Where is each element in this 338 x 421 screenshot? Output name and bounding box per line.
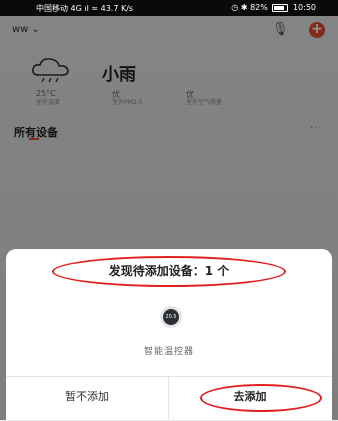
clock: 10:50 xyxy=(292,3,316,12)
battery-percent: 82% xyxy=(250,3,268,12)
thermostat-icon[interactable]: 20.5 xyxy=(160,306,182,328)
device-found-dialog: 发现待添加设备：1 个 20.5 智能温控器 暂不添加 去添加 xyxy=(6,249,332,420)
thermostat-reading: 20.5 xyxy=(163,309,179,325)
signal-icon: 4G ıl xyxy=(70,4,89,13)
alarm-icon: ◷ xyxy=(231,3,239,12)
network-speed: 43.7 K/s xyxy=(100,4,134,13)
status-bar: 中国移动 4G ıl ≈ 43.7 K/s ◷ ✱ 82% 10:50 xyxy=(0,0,338,16)
battery-icon xyxy=(272,3,289,12)
device-name: 智能温控器 xyxy=(143,347,194,357)
wifi-icon: ≈ xyxy=(91,4,99,13)
confirm-highlight-ring xyxy=(200,384,322,412)
bluetooth-icon: ✱ xyxy=(240,3,248,12)
title-highlight-ring xyxy=(52,256,286,287)
carrier-label: 中国移动 xyxy=(36,4,68,13)
skip-add-button[interactable]: 暂不添加 xyxy=(6,377,169,420)
